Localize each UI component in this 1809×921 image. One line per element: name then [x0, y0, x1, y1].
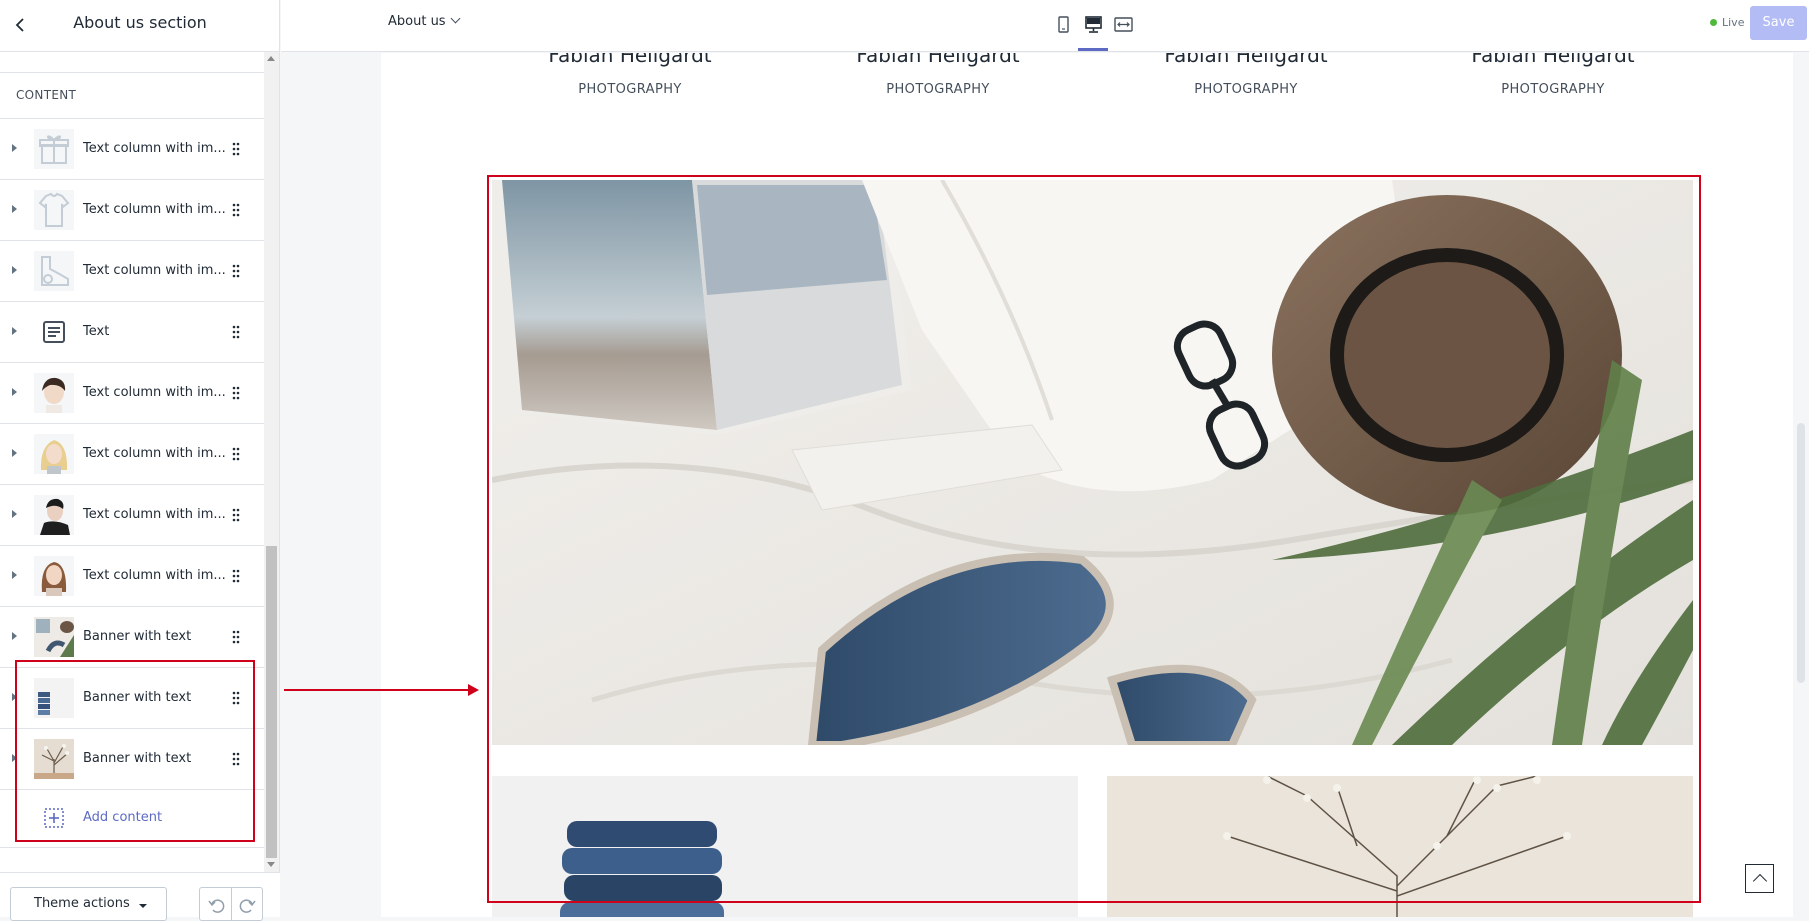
- banner-thumbnail: [34, 617, 74, 657]
- undo-icon[interactable]: [207, 896, 225, 914]
- expand-caret-icon[interactable]: [12, 205, 17, 213]
- theme-actions-label: Theme actions: [34, 896, 130, 911]
- item-label: Text column with im...: [83, 202, 226, 217]
- drag-handle-icon[interactable]: [231, 447, 241, 461]
- shirt-thumbnail: [34, 190, 74, 230]
- fullwidth-icon: [1114, 17, 1133, 32]
- chevron-down-icon: [450, 13, 461, 24]
- back-to-top-button[interactable]: [1745, 864, 1774, 893]
- page-selector-label: About us: [388, 14, 446, 29]
- sidebar-title: About us section: [73, 13, 207, 32]
- arrow-head-icon: [468, 684, 479, 696]
- content-block-item[interactable]: Text column with im...: [0, 180, 264, 241]
- item-label: Text: [83, 324, 110, 339]
- editor-topbar: About us Live Save: [281, 0, 1809, 52]
- desktop-view-button[interactable]: [1078, 10, 1108, 51]
- portrait-thumbnail: [34, 556, 74, 596]
- item-label: Text column with im...: [83, 141, 226, 156]
- divider: [231, 888, 232, 920]
- live-status: Live: [1710, 16, 1744, 29]
- drag-handle-icon[interactable]: [231, 386, 241, 400]
- team-member-role: PHOTOGRAPHY: [578, 82, 682, 97]
- content-block-item[interactable]: Banner with text: [0, 607, 264, 668]
- expand-caret-icon[interactable]: [12, 266, 17, 274]
- item-label: Text column with im...: [83, 385, 226, 400]
- gift-thumbnail: [34, 129, 74, 169]
- chevron-up-icon: [1752, 873, 1768, 889]
- highlight-box: [487, 175, 1701, 903]
- preview-scrollbar[interactable]: [1793, 53, 1809, 917]
- item-label: Banner with text: [83, 629, 192, 644]
- drag-handle-icon[interactable]: [231, 325, 241, 339]
- fullwidth-view-button[interactable]: [1108, 10, 1138, 50]
- theme-actions-button[interactable]: Theme actions: [10, 887, 167, 921]
- dropdown-caret-icon: [139, 904, 147, 908]
- viewport-switcher: [1048, 10, 1138, 52]
- shoe-thumbnail: [34, 251, 74, 291]
- content-block-item[interactable]: Text column with im...: [0, 485, 264, 546]
- sidebar-scroll-area[interactable]: CONTENT Text column with im... Text colu…: [0, 52, 264, 872]
- scrollbar-thumb[interactable]: [1797, 423, 1805, 683]
- section-label-content: CONTENT: [16, 88, 77, 102]
- undo-redo-group: [199, 887, 263, 921]
- portrait-thumbnail: [34, 434, 74, 474]
- sidebar-scrollbar[interactable]: [264, 52, 279, 872]
- expand-caret-icon[interactable]: [12, 510, 17, 518]
- team-member-name: Fabian Heligardt: [1164, 53, 1328, 67]
- expand-caret-icon[interactable]: [12, 571, 17, 579]
- drag-handle-icon[interactable]: [231, 203, 241, 217]
- team-member-name: Fabian Heligardt: [1471, 53, 1635, 67]
- expand-caret-icon[interactable]: [12, 327, 17, 335]
- drag-handle-icon[interactable]: [231, 142, 241, 156]
- team-member-name: Fabian Heligardt: [856, 53, 1020, 67]
- team-member-role: PHOTOGRAPHY: [886, 82, 990, 97]
- live-status-dot-icon: [1710, 19, 1717, 26]
- team-member-role: PHOTOGRAPHY: [1194, 82, 1298, 97]
- theme-editor-sidebar: About us section CONTENT Text column wit…: [0, 0, 280, 921]
- portrait-thumbnail: [34, 373, 74, 413]
- annotation-arrow: [284, 689, 472, 691]
- portrait-thumbnail: [34, 495, 74, 535]
- content-block-item[interactable]: Text: [0, 302, 264, 363]
- save-button[interactable]: Save: [1750, 6, 1807, 40]
- expand-caret-icon[interactable]: [12, 388, 17, 396]
- item-label: Text column with im...: [83, 507, 226, 522]
- mobile-view-button[interactable]: [1048, 10, 1078, 50]
- team-member-name: Fabian Heligardt: [548, 53, 712, 67]
- content-block-item[interactable]: Text column with im...: [0, 546, 264, 607]
- item-label: Text column with im...: [83, 263, 226, 278]
- item-label: Text column with im...: [83, 568, 226, 583]
- drag-handle-icon[interactable]: [231, 569, 241, 583]
- team-member-role: PHOTOGRAPHY: [1501, 82, 1605, 97]
- text-block-icon: [34, 312, 74, 352]
- divider: [0, 72, 264, 73]
- content-block-item[interactable]: Text column with im...: [0, 363, 264, 424]
- content-block-item[interactable]: Text column with im...: [0, 241, 264, 302]
- expand-caret-icon[interactable]: [12, 144, 17, 152]
- drag-handle-icon[interactable]: [231, 508, 241, 522]
- content-block-item[interactable]: Text column with im...: [0, 119, 264, 180]
- sidebar-header: About us section: [0, 0, 280, 52]
- drag-handle-icon[interactable]: [231, 264, 241, 278]
- scroll-down-arrow-icon[interactable]: [267, 862, 275, 867]
- expand-caret-icon[interactable]: [12, 632, 17, 640]
- highlight-box: [15, 660, 255, 842]
- item-label: Text column with im...: [83, 446, 226, 461]
- expand-caret-icon[interactable]: [12, 449, 17, 457]
- live-status-label: Live: [1722, 16, 1745, 29]
- scroll-up-arrow-icon[interactable]: [267, 56, 275, 61]
- page-selector[interactable]: About us: [388, 13, 461, 29]
- scrollbar-thumb[interactable]: [266, 546, 277, 858]
- content-block-item[interactable]: Text column with im...: [0, 424, 264, 485]
- desktop-icon: [1085, 16, 1102, 33]
- redo-icon[interactable]: [239, 896, 257, 914]
- drag-handle-icon[interactable]: [231, 630, 241, 644]
- mobile-icon: [1058, 16, 1069, 33]
- sidebar-footer: Theme actions: [0, 872, 280, 921]
